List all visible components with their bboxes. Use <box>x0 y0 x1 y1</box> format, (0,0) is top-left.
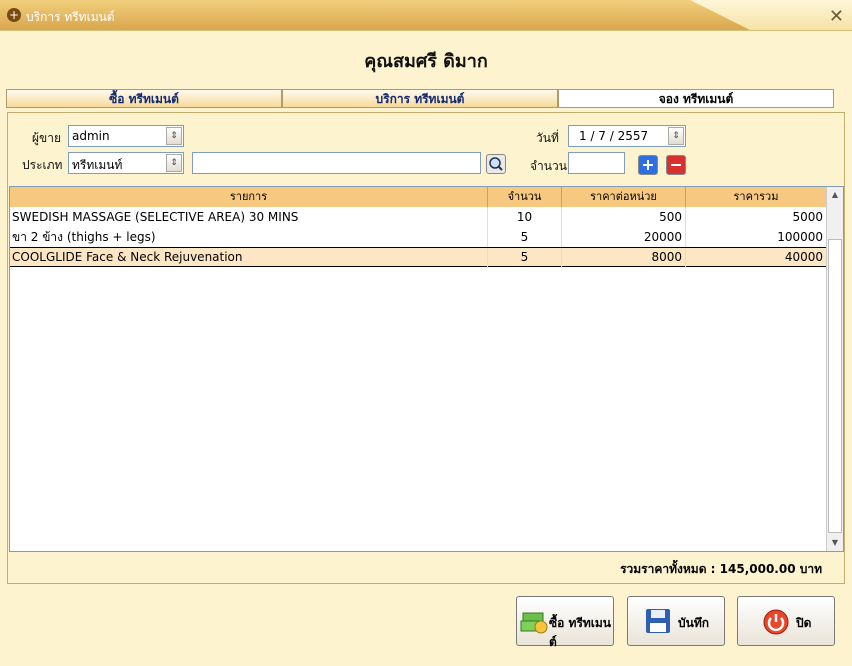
type-label: ประเภท <box>22 158 63 172</box>
quantity-field[interactable] <box>568 152 625 174</box>
cell-qty: 5 <box>488 227 562 247</box>
column-header-total[interactable]: ราคารวม <box>686 187 827 207</box>
title-bar: + บริการ ทรีทเมนต์ ✕ <box>0 0 852 31</box>
search-icon[interactable] <box>486 154 506 174</box>
cell-total: 5000 <box>686 207 827 227</box>
date-value: 1 / 7 / 2557 <box>579 129 649 143</box>
table-row-selected[interactable]: COOLGLIDE Face & Neck Rejuvenation 5 800… <box>10 247 827 268</box>
cell-item: COOLGLIDE Face & Neck Rejuvenation <box>10 248 488 268</box>
column-header-item[interactable]: รายการ <box>10 187 488 207</box>
cell-total: 40000 <box>686 248 827 268</box>
scroll-thumb[interactable] <box>828 239 842 533</box>
cell-qty: 10 <box>488 207 562 227</box>
save-label: บันทึก <box>678 616 709 630</box>
customer-name: คุณสมศรี ดิมาก <box>364 51 488 72</box>
cell-unit-price: 20000 <box>562 227 686 247</box>
remove-icon[interactable] <box>666 155 686 175</box>
scroll-down-icon[interactable]: ▼ <box>827 535 843 551</box>
date-picker[interactable]: 1 / 7 / 2557 ⇕ <box>568 125 686 147</box>
close-icon[interactable]: ✕ <box>829 6 844 27</box>
quantity-label: จำนวน <box>530 159 567 173</box>
type-select[interactable]: ทรีทเมนท์ ⇕ <box>68 152 184 174</box>
buy-treatment-label: ซื้อ ทรีทเมนต์ <box>549 616 612 649</box>
spinner-icon[interactable]: ⇕ <box>166 154 182 172</box>
app-icon: + <box>7 8 21 22</box>
items-table[interactable]: รายการ จำนวน ราคาต่อหน่วย ราคารวม SWEDIS… <box>9 186 844 552</box>
table-row[interactable]: SWEDISH MASSAGE (SELECTIVE AREA) 30 MINS… <box>10 207 827 227</box>
vertical-scrollbar[interactable]: ▲ ▼ <box>826 187 843 551</box>
save-button[interactable]: บันทึก <box>627 596 725 646</box>
cell-qty: 5 <box>488 248 562 268</box>
scroll-up-icon[interactable]: ▲ <box>827 187 843 203</box>
treatment-search-field[interactable] <box>192 152 481 174</box>
buy-treatment-button[interactable]: ซื้อ ทรีทเมนต์ <box>516 596 614 649</box>
tab-buy-treatment[interactable]: ซื้อ ทรีทเมนต์ <box>6 89 282 108</box>
seller-value: admin <box>72 129 110 143</box>
type-value: ทรีทเมนท์ <box>72 158 123 172</box>
tab-bar: ซื้อ ทรีทเมนต์ บริการ ทรีทเมนต์ จอง ทรีท… <box>6 89 836 109</box>
power-icon <box>763 609 789 635</box>
cell-item: ขา 2 ข้าง (thighs + legs) <box>10 227 488 247</box>
seller-select[interactable]: admin ⇕ <box>68 125 184 147</box>
close-button[interactable]: ปิด <box>737 596 835 646</box>
tab-service-treatment[interactable]: บริการ ทรีทเมนต์ <box>282 89 558 108</box>
cell-item: SWEDISH MASSAGE (SELECTIVE AREA) 30 MINS <box>10 207 488 227</box>
date-label: วันที่ <box>536 131 559 145</box>
grand-total: รวมราคาทั้งหมด : 145,000.00 บาท <box>620 562 822 576</box>
tab-book-treatment[interactable]: จอง ทรีทเมนต์ <box>558 89 834 108</box>
cell-total: 100000 <box>686 227 827 247</box>
floppy-disk-icon <box>646 609 670 633</box>
money-icon <box>520 612 548 634</box>
close-label: ปิด <box>796 616 812 630</box>
cell-unit-price: 500 <box>562 207 686 227</box>
window-title: บริการ ทรีทเมนต์ <box>26 10 115 24</box>
spinner-icon[interactable]: ⇕ <box>668 127 684 145</box>
column-header-qty[interactable]: จำนวน <box>488 187 562 207</box>
cell-unit-price: 8000 <box>562 248 686 268</box>
column-header-unit-price[interactable]: ราคาต่อหน่วย <box>562 187 686 207</box>
seller-label: ผู้ขาย <box>32 131 62 145</box>
spinner-icon[interactable]: ⇕ <box>166 127 182 145</box>
add-icon[interactable] <box>638 155 658 175</box>
table-row[interactable]: ขา 2 ข้าง (thighs + legs) 5 20000 100000 <box>10 227 827 247</box>
